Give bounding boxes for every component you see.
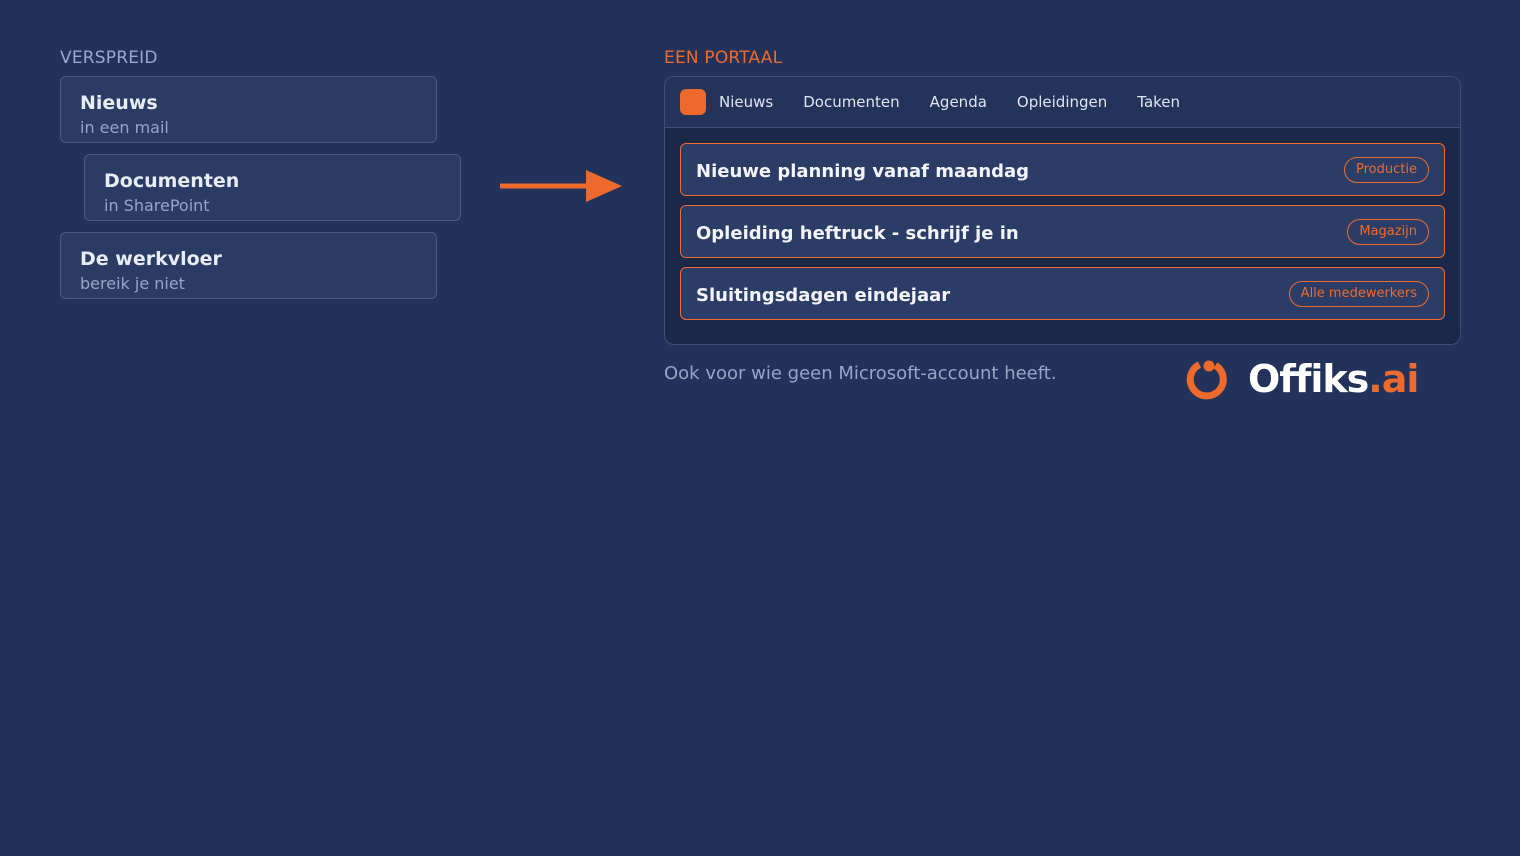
nav-item-opleidingen[interactable]: Opleidingen xyxy=(1017,93,1107,111)
card-subtitle: bereik je niet xyxy=(80,274,185,293)
post-title: Nieuwe planning vanaf maandag xyxy=(696,161,1030,182)
card-subtitle: in een mail xyxy=(80,118,169,137)
post-tag-badge: Alle medewerkers xyxy=(1288,280,1429,307)
post-tag-badge: Magazijn xyxy=(1347,218,1429,245)
card-title: Nieuws xyxy=(80,92,158,114)
nav-item-taken[interactable]: Taken xyxy=(1137,93,1180,111)
offiks-logo-icon xyxy=(1186,360,1227,400)
brand-suffix: .ai xyxy=(1368,357,1419,401)
list-item[interactable]: Sluitingsdagen eindejaar Alle medewerker… xyxy=(680,267,1445,320)
nav-item-documenten[interactable]: Documenten xyxy=(803,93,899,111)
footnote-text: Ook voor wie geen Microsoft-account heef… xyxy=(664,363,1057,384)
post-list: Nieuwe planning vanaf maandag Productie … xyxy=(665,128,1460,320)
arrow-right-icon xyxy=(500,170,622,202)
nav-item-agenda[interactable]: Agenda xyxy=(930,93,987,111)
card-werkvloer: De werkvloer bereik je niet xyxy=(60,232,437,299)
list-item[interactable]: Opleiding heftruck - schrijf je in Magaz… xyxy=(680,205,1445,258)
brand-logo: Offiks.ai xyxy=(1184,354,1464,404)
card-documenten: Documenten in SharePoint xyxy=(84,154,461,221)
card-nieuws: Nieuws in een mail xyxy=(60,76,437,143)
brand-name: Offiks xyxy=(1248,357,1369,401)
card-subtitle: in SharePoint xyxy=(104,196,210,215)
brand-wordmark: Offiks.ai xyxy=(1248,357,1419,401)
card-title: Documenten xyxy=(104,170,240,192)
list-item[interactable]: Nieuwe planning vanaf maandag Productie xyxy=(680,143,1445,196)
portal-logo-icon[interactable] xyxy=(680,89,706,115)
post-tag-badge: Productie xyxy=(1344,156,1429,183)
portal-nav: Nieuws Documenten Agenda Opleidingen Tak… xyxy=(665,77,1460,128)
een-portaal-label: EEN PORTAAL xyxy=(664,48,783,68)
post-title: Sluitingsdagen eindejaar xyxy=(696,285,951,306)
portal-window: Nieuws Documenten Agenda Opleidingen Tak… xyxy=(664,76,1461,345)
card-title: De werkvloer xyxy=(80,248,222,270)
post-title: Opleiding heftruck - schrijf je in xyxy=(696,223,1019,244)
nav-item-nieuws[interactable]: Nieuws xyxy=(719,93,773,111)
verspreid-label: VERSPREID xyxy=(60,48,158,68)
